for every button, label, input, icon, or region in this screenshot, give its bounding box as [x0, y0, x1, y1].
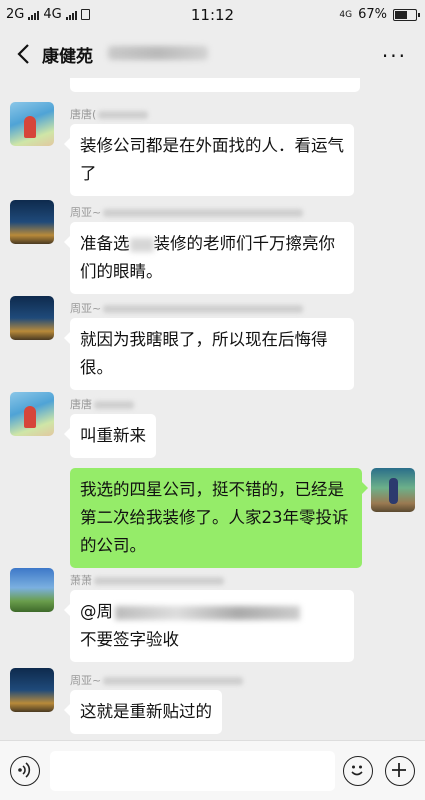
- sender-text: 唐唐(: [70, 108, 97, 121]
- partial-bubble: [70, 78, 360, 92]
- back-button[interactable]: [12, 40, 36, 68]
- more-icon: ···: [381, 44, 407, 68]
- sender-name: 唐唐: [70, 396, 134, 412]
- emoji-icon: [351, 765, 363, 776]
- blurred-word: [129, 237, 154, 252]
- sender-text: 周亚~: [70, 206, 102, 219]
- battery-percent: 67%: [358, 7, 387, 22]
- message-bubble-self[interactable]: 我选的四星公司，挺不错的，已经是第二次给我装修了。人家23年零投诉的公司。: [70, 468, 368, 568]
- avatar[interactable]: [10, 102, 54, 146]
- blurred-sender: [103, 305, 304, 313]
- sender-name: 周亚~: [70, 204, 304, 220]
- blurred-sender: [103, 209, 304, 217]
- blurred-sender: [103, 677, 244, 685]
- sender-name: 周亚~: [70, 672, 244, 688]
- status-right: 4G 67%: [339, 7, 420, 22]
- message-text: 这就是重新贴过的: [80, 702, 212, 721]
- message-text: 不要签字验收: [80, 630, 179, 649]
- blurred-title: [108, 46, 208, 60]
- blurred-sender: [98, 111, 149, 119]
- network-4g-right: 4G: [339, 9, 353, 20]
- mention-text: @周: [80, 602, 113, 621]
- chat-header: 康健苑 ···: [0, 30, 425, 78]
- message-bubble[interactable]: @周不要签字验收: [64, 590, 354, 662]
- blurred-mention: [115, 605, 300, 620]
- voice-icon: [18, 762, 31, 778]
- sender-text: 唐唐: [70, 398, 92, 411]
- battery-icon: [393, 8, 420, 21]
- message-bubble[interactable]: 叫重新来: [64, 414, 156, 458]
- blurred-sender: [94, 577, 224, 585]
- sender-name: 周亚~: [70, 300, 304, 316]
- sender-name: 唐唐(: [70, 106, 149, 122]
- message-text: 就因为我瞎眼了，所以现在后悔得很。: [80, 330, 328, 377]
- sender-name: 萧萧: [70, 572, 224, 588]
- message-list[interactable]: 唐唐( 装修公司都是在外面找的人．看运气了 周亚~ 准备选 装修的老师们千万擦亮你…: [0, 78, 425, 740]
- voice-button[interactable]: [10, 756, 40, 786]
- add-button[interactable]: [385, 756, 415, 786]
- avatar[interactable]: [10, 568, 54, 612]
- avatar[interactable]: [10, 296, 54, 340]
- message-text: 叫重新来: [80, 426, 146, 445]
- message-text: 我选的四星公司，挺不错的，已经是第二次给我装修了。人家23年零投诉的公司。: [80, 480, 349, 555]
- avatar[interactable]: [10, 392, 54, 436]
- plus-icon: [392, 763, 406, 777]
- avatar-self[interactable]: [371, 468, 415, 512]
- message-bubble[interactable]: 装修公司都是在外面找的人．看运气了: [64, 124, 354, 196]
- blurred-sender: [94, 401, 134, 409]
- sender-text: 周亚~: [70, 302, 102, 315]
- status-bar: 2G 4G 11:12 4G 67%: [0, 0, 425, 30]
- message-bubble[interactable]: 就因为我瞎眼了，所以现在后悔得很。: [64, 318, 354, 390]
- message-text: 装修公司都是在外面找的人．看运气了: [80, 136, 344, 183]
- message-text-start: 准备选: [80, 234, 130, 253]
- chat-title: 康健苑: [42, 47, 93, 67]
- message-input[interactable]: [50, 751, 335, 791]
- sender-text: 周亚~: [70, 674, 102, 687]
- avatar[interactable]: [10, 200, 54, 244]
- emoji-button[interactable]: [343, 756, 373, 786]
- sender-text: 萧萧: [70, 574, 92, 587]
- message-bubble[interactable]: 准备选 装修的老师们千万擦亮你们的眼睛。: [64, 222, 354, 294]
- avatar[interactable]: [10, 668, 54, 712]
- more-button[interactable]: ···: [382, 44, 407, 68]
- input-bar: [0, 740, 425, 800]
- chevron-left-icon: [17, 44, 29, 64]
- message-bubble[interactable]: 这就是重新贴过的: [64, 690, 222, 734]
